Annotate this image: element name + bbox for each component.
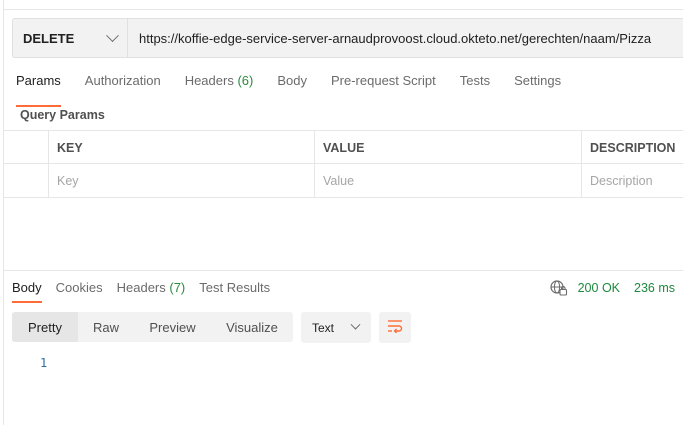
response-status: 200 OK 236 ms xyxy=(550,280,675,296)
tab-count: (7) xyxy=(169,280,186,295)
view-pretty[interactable]: Pretty xyxy=(12,312,78,342)
pane-divider[interactable] xyxy=(3,270,683,271)
method-select[interactable]: DELETE xyxy=(13,19,128,57)
tab-label: Body xyxy=(277,73,307,88)
tab-response-headers[interactable]: Headers (7) xyxy=(117,280,186,295)
tab-pre-request-script[interactable]: Pre-request Script xyxy=(331,73,436,98)
tab-label: Authorization xyxy=(84,73,161,88)
tab-count: (6) xyxy=(237,73,254,88)
column-header-description: DESCRIPTION xyxy=(590,140,676,155)
left-border xyxy=(3,0,4,425)
tab-label: Headers xyxy=(116,280,166,295)
tab-body[interactable]: Body xyxy=(277,73,307,98)
tab-response-body[interactable]: Body xyxy=(12,280,42,303)
status-code[interactable]: 200 OK xyxy=(578,281,620,295)
chevron-down-icon xyxy=(106,28,119,42)
tab-label: Body xyxy=(12,280,42,295)
column-header-key: KEY xyxy=(57,140,83,155)
body-format-select[interactable]: Text xyxy=(301,312,371,343)
table-header-row: KEY VALUE DESCRIPTION xyxy=(3,130,683,164)
tab-cookies[interactable]: Cookies xyxy=(56,280,103,295)
method-label: DELETE xyxy=(23,30,75,46)
view-raw[interactable]: Raw xyxy=(78,312,134,342)
tab-headers[interactable]: Headers (6) xyxy=(185,73,254,98)
line-number: 1 xyxy=(40,356,48,370)
view-visualize[interactable]: Visualize xyxy=(211,312,293,342)
tab-test-results[interactable]: Test Results xyxy=(199,280,270,295)
request-tabs: Params Authorization Headers (6) Body Pr… xyxy=(16,73,585,107)
body-format-label: Text xyxy=(312,320,335,335)
tab-label: Tests xyxy=(459,73,491,88)
tab-params[interactable]: Params xyxy=(16,73,61,107)
globe-lock-icon[interactable] xyxy=(550,280,568,296)
response-tabs: Body Cookies Headers (7) Test Results xyxy=(12,280,284,303)
url-input[interactable]: https://koffie-edge-service-server-arnau… xyxy=(128,19,683,57)
tab-tests[interactable]: Tests xyxy=(460,73,490,98)
request-bar: DELETE https://koffie-edge-service-serve… xyxy=(12,18,683,58)
description-input[interactable]: Description xyxy=(582,164,683,197)
response-time[interactable]: 236 ms xyxy=(634,281,675,295)
query-params-table: KEY VALUE DESCRIPTION Key Value Descript… xyxy=(3,130,683,198)
top-strip xyxy=(3,0,683,10)
tab-label: Cookies xyxy=(55,280,103,295)
view-preview[interactable]: Preview xyxy=(134,312,211,342)
chevron-down-icon xyxy=(350,319,361,330)
column-header-value: VALUE xyxy=(323,140,365,155)
tab-label: Settings xyxy=(514,73,562,88)
tab-label: Pre-request Script xyxy=(330,73,436,88)
wrap-lines-button[interactable] xyxy=(379,312,411,343)
table-row: Key Value Description xyxy=(3,163,683,198)
tab-label: Params xyxy=(16,73,61,88)
query-params-title: Query Params xyxy=(20,108,105,122)
tab-settings[interactable]: Settings xyxy=(514,73,561,98)
tab-authorization[interactable]: Authorization xyxy=(85,73,161,98)
wrap-lines-icon xyxy=(387,319,403,336)
value-input[interactable]: Value xyxy=(315,164,581,197)
body-view-switcher: Pretty Raw Preview Visualize xyxy=(12,312,293,342)
tab-label: Headers xyxy=(184,73,234,88)
tab-label: Test Results xyxy=(199,280,271,295)
key-input[interactable]: Key xyxy=(49,164,314,197)
